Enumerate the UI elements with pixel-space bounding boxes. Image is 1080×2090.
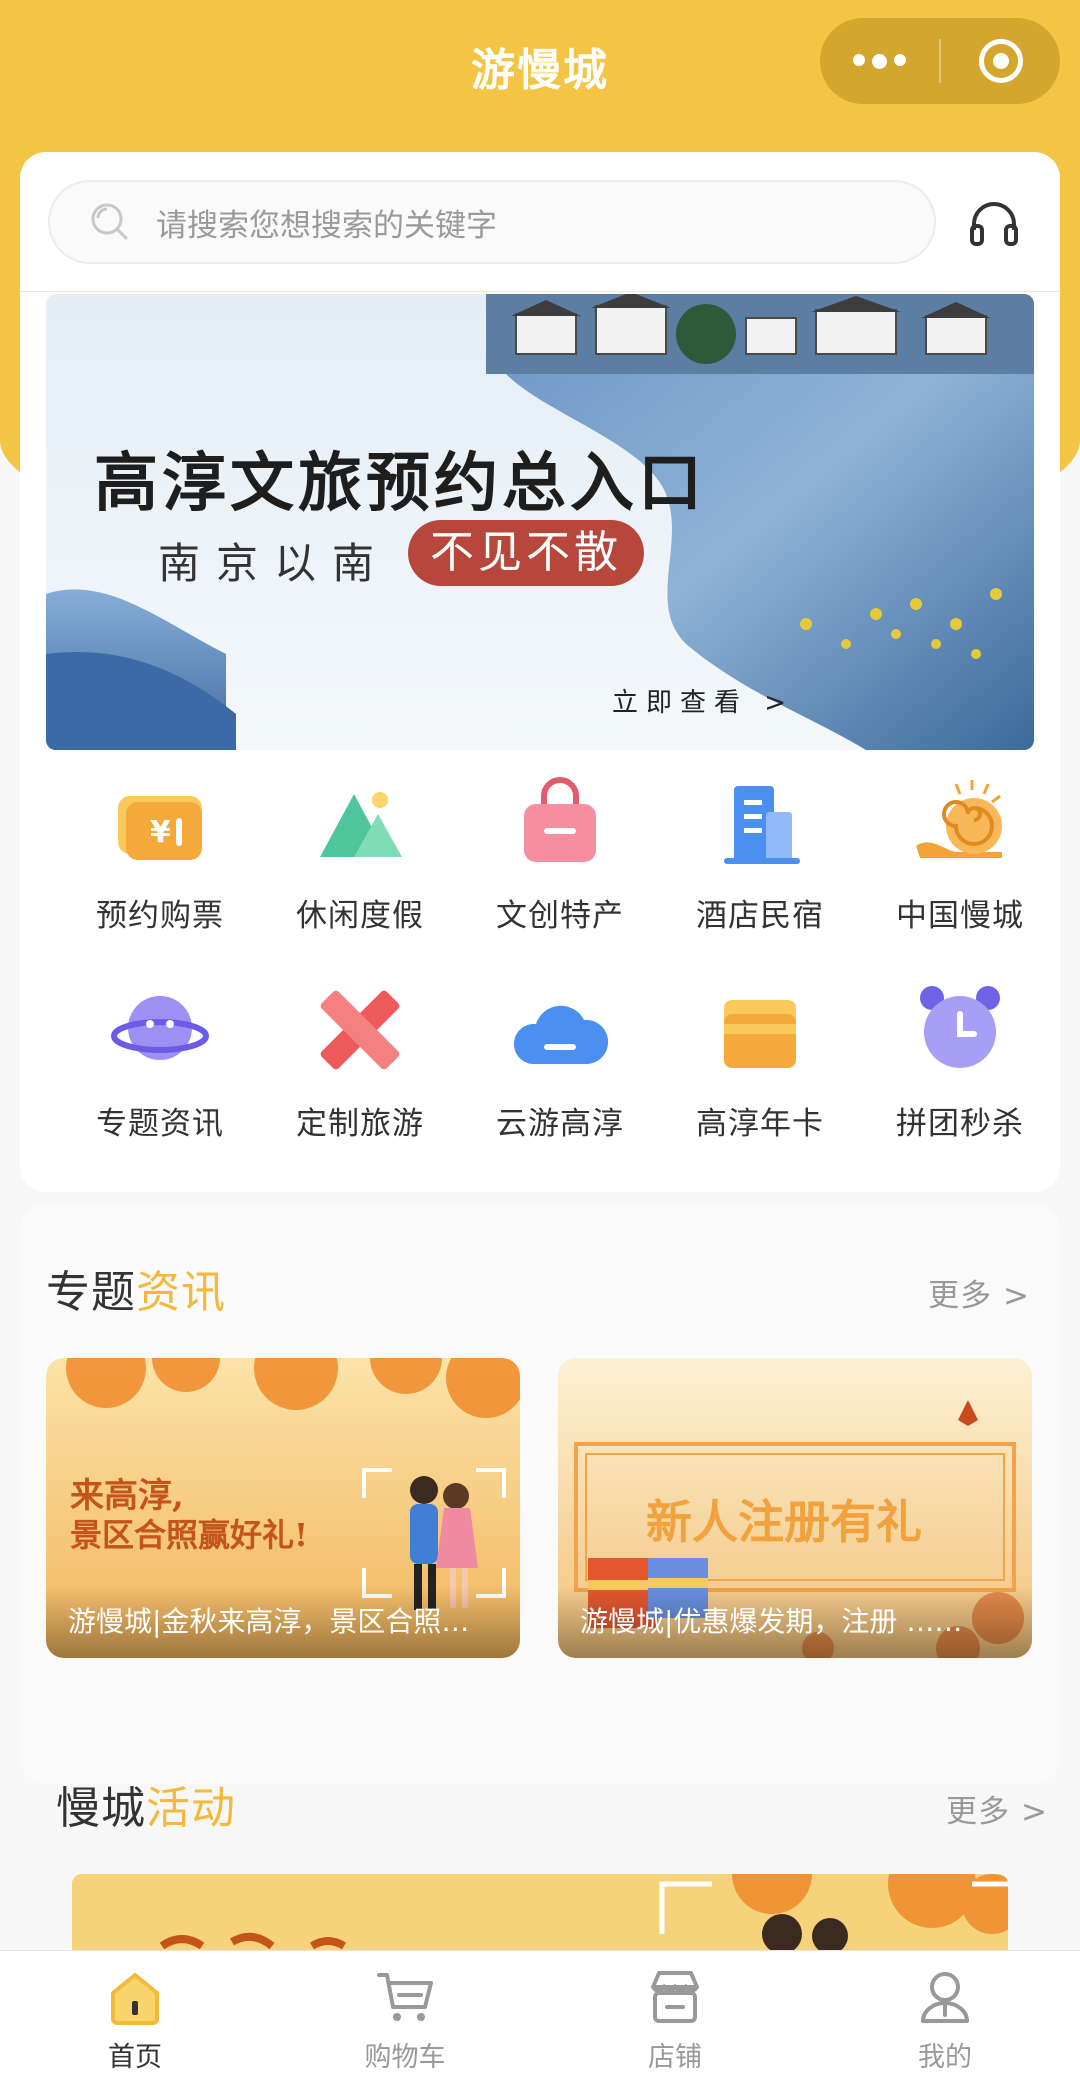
grid-label: 文创特产 <box>496 898 624 934</box>
target-icon <box>978 39 1023 83</box>
news-card[interactable]: 新人注册有礼 游慢城|优惠爆发期，注册 …… <box>558 1358 1032 1658</box>
grid-item-group-deals[interactable]: 拼团秒杀 <box>860 980 1060 1143</box>
grid-label: 拼团秒杀 <box>896 1106 1024 1142</box>
mini-program-capsule <box>820 18 1060 104</box>
activity-more-link[interactable]: 更多 > <box>946 1786 1048 1831</box>
grid-item-leisure[interactable]: 休闲度假 <box>260 772 460 935</box>
ruler-pencil-icon <box>320 990 400 1070</box>
store-icon <box>651 1971 699 2023</box>
grid-label: 酒店民宿 <box>696 898 824 934</box>
grid-label: 专题资讯 <box>96 1106 224 1142</box>
activity-section-title: 慢城活动 <box>56 1772 236 1836</box>
grid-item-ticket[interactable]: ¥ 预约购票 <box>60 772 260 935</box>
tab-cart[interactable]: 购物车 <box>270 1951 540 2090</box>
tab-label: 购物车 <box>364 2042 446 2073</box>
promo-banner[interactable]: 高淳文旅预约总入口 南京以南 不见不散 立即查看 > <box>46 294 1034 750</box>
grid-item-annual-card[interactable]: 高淳年卡 <box>660 980 860 1143</box>
more-dots-icon <box>853 53 906 69</box>
grid-label: 定制旅游 <box>296 1106 424 1142</box>
planet-icon <box>111 996 209 1060</box>
snail-icon <box>916 780 1002 858</box>
shopping-bag-icon <box>524 777 596 862</box>
search-icon <box>91 203 128 240</box>
card-icon <box>724 1000 796 1068</box>
news-more-link[interactable]: 更多 > <box>928 1270 1030 1315</box>
tab-label: 首页 <box>108 2042 162 2073</box>
section-title-accent: 活动 <box>146 1783 236 1834</box>
grid-item-topics[interactable]: 专题资讯 <box>60 980 260 1143</box>
tab-label: 我的 <box>918 2042 972 2073</box>
tab-store[interactable]: 店铺 <box>540 1951 810 2090</box>
grid-label: 高淳年卡 <box>696 1106 824 1142</box>
grid-item-cloud-tour[interactable]: 云游高淳 <box>460 980 660 1143</box>
search-input[interactable]: 请搜索您想搜索的关键字 <box>48 180 936 264</box>
news-card-caption: 游慢城|金秋来高淳，景区合照… <box>46 1586 520 1658</box>
home-icon <box>111 1973 159 2025</box>
section-title-accent: 资讯 <box>136 1267 226 1318</box>
tab-label: 店铺 <box>648 2042 702 2073</box>
section-title-main: 专题 <box>46 1267 136 1318</box>
alarm-clock-icon <box>920 986 1000 1068</box>
svg-text:¥: ¥ <box>150 815 171 850</box>
grid-item-crafts[interactable]: 文创特产 <box>460 772 660 935</box>
banner-view-now-link[interactable]: 立即查看 > <box>612 682 794 719</box>
headset-icon[interactable] <box>966 196 1022 252</box>
section-title-main: 慢城 <box>56 1783 146 1834</box>
news-card[interactable]: 来高淳, 景区合照赢好礼! 游慢城|金秋来高淳，景区合照… <box>46 1358 520 1658</box>
banner-title: 高淳文旅预约总入口 <box>94 446 706 521</box>
news-section-title: 专题资讯 <box>46 1256 226 1320</box>
grid-label: 休闲度假 <box>296 898 424 934</box>
tab-home[interactable]: 首页 <box>0 1951 270 2090</box>
cloud-icon <box>513 1005 609 1064</box>
grid-label: 中国慢城 <box>896 898 1024 934</box>
close-program-button[interactable] <box>941 18 1060 104</box>
news-section: 专题资讯 更多 > 来高淳, 景区合照赢好礼! 游慢城|金秋来高淳，景区合照… … <box>20 1204 1060 1784</box>
grid-item-slow-city[interactable]: 中国慢城 <box>860 772 1060 935</box>
card-art-text: 景区合照赢好礼! <box>70 1516 309 1554</box>
grid-label: 预约购票 <box>96 898 224 934</box>
ticket-icon: ¥ <box>118 796 202 860</box>
building-icon <box>724 786 800 864</box>
profile-icon <box>921 1972 969 2023</box>
tab-profile[interactable]: 我的 <box>810 1951 1080 2090</box>
search-placeholder: 请搜索您想搜索的关键字 <box>156 207 497 244</box>
grid-item-hotel[interactable]: 酒店民宿 <box>660 772 860 935</box>
more-menu-button[interactable] <box>820 18 939 104</box>
banner-subtitle: 南京以南 <box>158 539 391 588</box>
cart-icon <box>377 1973 433 2021</box>
card-art-text: 新人注册有礼 <box>646 1495 922 1549</box>
news-card-caption: 游慢城|优惠爆发期，注册 …… <box>558 1586 1032 1658</box>
top-card: 请搜索您想搜索的关键字 高淳文旅预约总入口 南京以南 不见不散 立即查看 > ¥… <box>20 152 1060 1192</box>
banner-highlight: 不见不散 <box>408 520 644 586</box>
grid-label: 云游高淳 <box>496 1106 624 1142</box>
grid-item-custom-tour[interactable]: 定制旅游 <box>260 980 460 1143</box>
bottom-tab-bar: 首页 购物车 店铺 我的 <box>0 1950 1080 2090</box>
search-row: 请搜索您想搜索的关键字 <box>20 152 1060 292</box>
mountain-icon <box>320 792 402 857</box>
